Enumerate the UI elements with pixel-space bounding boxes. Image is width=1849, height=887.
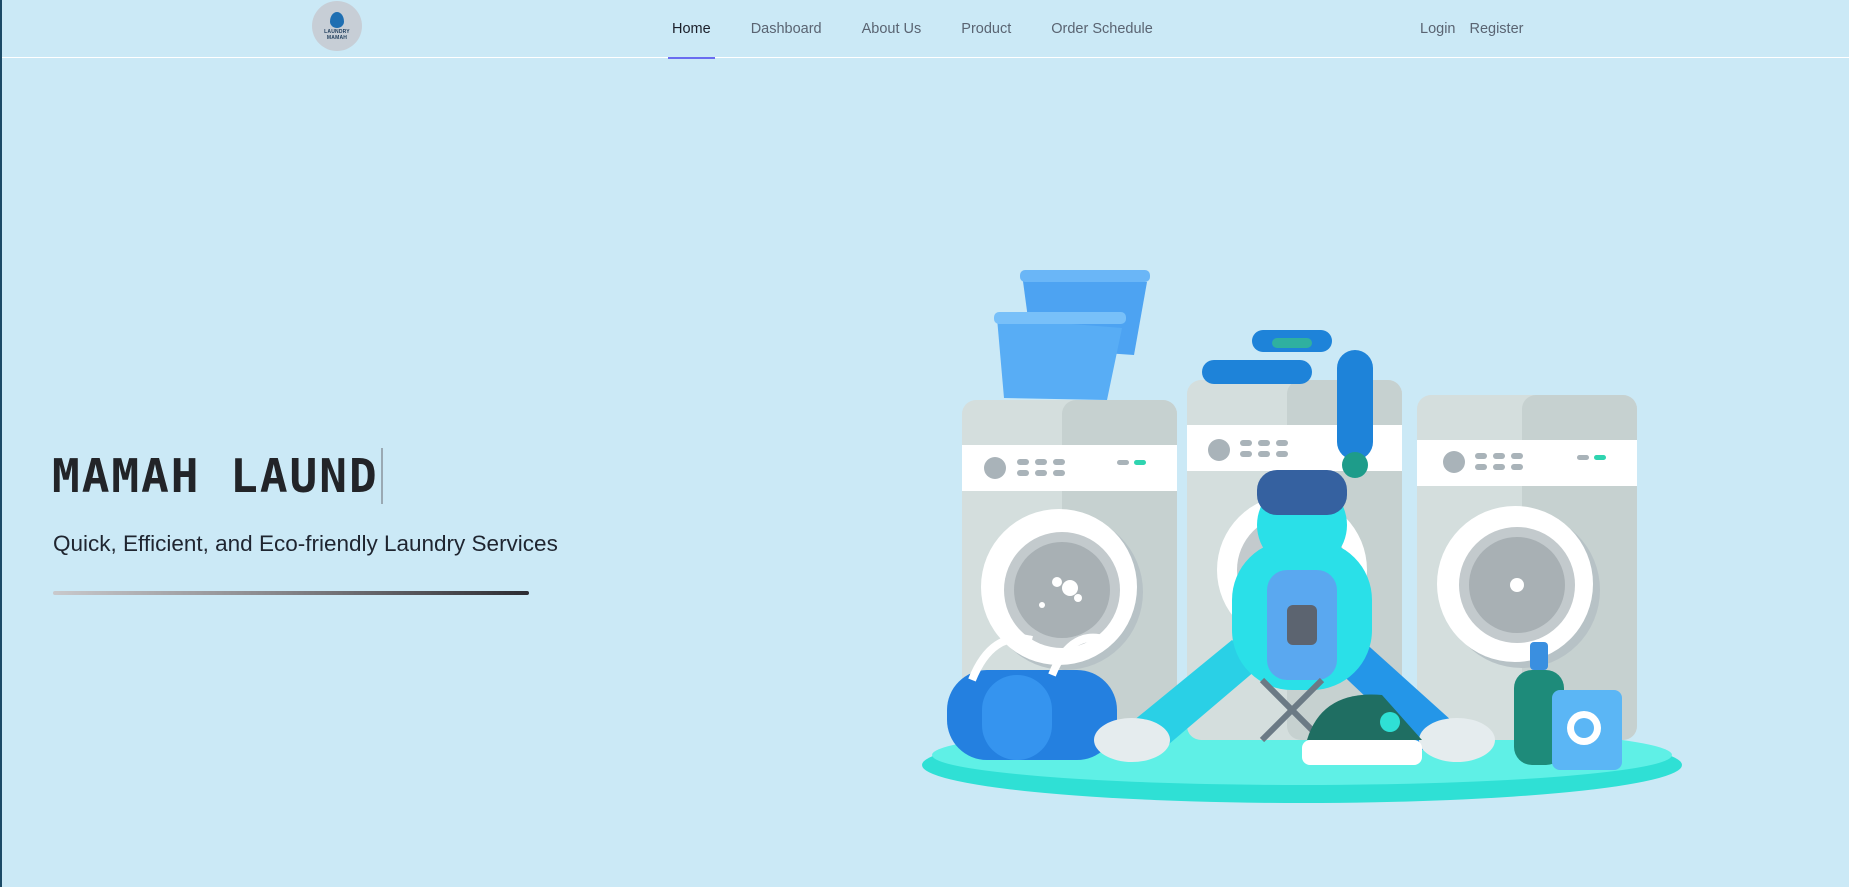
logo-subtext: MAMAH (326, 34, 348, 41)
hero-title: MAMAH LAUND (52, 448, 383, 504)
hero-divider (53, 591, 529, 595)
login-link[interactable]: Login (1420, 0, 1455, 58)
nav-product[interactable]: Product (957, 0, 1015, 58)
detergent-box (1552, 690, 1622, 770)
nav-home[interactable]: Home (668, 0, 715, 59)
hero-subtitle: Quick, Efficient, and Eco-friendly Laund… (53, 531, 558, 556)
laundry-baskets (994, 270, 1150, 400)
main-nav: Home Dashboard About Us Product Order Sc… (668, 0, 1189, 59)
register-link[interactable]: Register (1469, 0, 1523, 58)
nav-dashboard[interactable]: Dashboard (747, 0, 826, 58)
water-drop-icon (330, 11, 344, 28)
navbar: LAUNDRY MAMAH Home Dashboard About Us Pr… (2, 0, 1849, 59)
auth-nav: Login Register (1420, 0, 1537, 58)
nav-order-schedule[interactable]: Order Schedule (1047, 0, 1157, 58)
nav-about-us[interactable]: About Us (858, 0, 926, 58)
laundromat-illustration (922, 270, 1682, 803)
brand-logo[interactable]: LAUNDRY MAMAH (312, 1, 362, 51)
